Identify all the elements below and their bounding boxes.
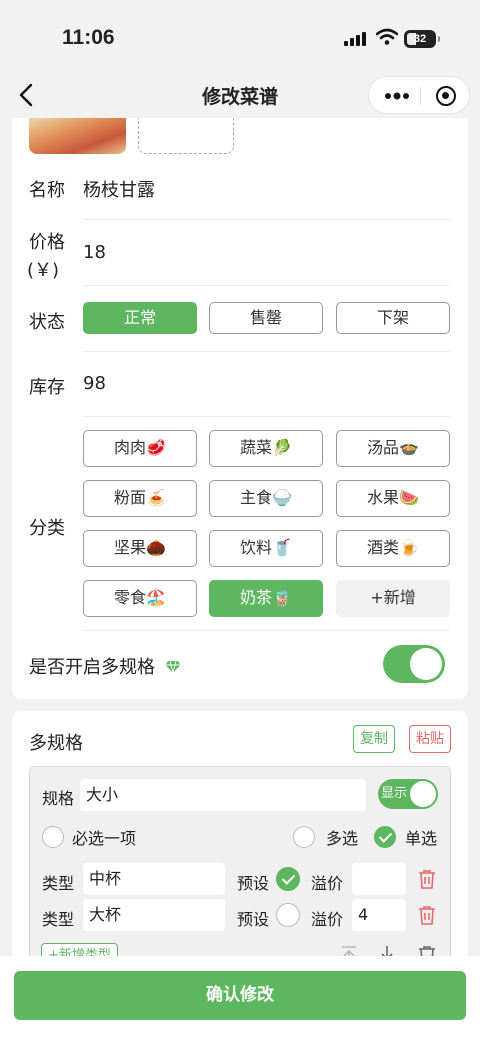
multi-spec-label: 是否开启多规格 <box>29 657 155 678</box>
type-label: 类型 <box>42 874 75 893</box>
preset-radio[interactable] <box>276 903 300 927</box>
preset-radio[interactable] <box>276 867 300 891</box>
status-bar: 11:06 32 <box>0 0 480 72</box>
status-time: 11:06 <box>62 26 115 49</box>
category-fruit-button[interactable]: 水果🍉 <box>336 480 450 517</box>
dish-info-card: 名称 杨枝甘露 价格 (￥) 18 状态 正常 售罄 下架 库存 98 分类 肉… <box>12 118 468 699</box>
category-alcohol-button[interactable]: 酒类🍺 <box>336 530 450 567</box>
nav-bar: 修改菜谱 <box>0 72 480 118</box>
toggle-knob <box>410 781 436 807</box>
price-unit-label: (￥) <box>27 260 60 281</box>
category-label: 分类 <box>29 518 65 539</box>
name-field[interactable]: 杨枝甘露 <box>83 176 155 202</box>
premium-input[interactable]: 4 <box>352 899 406 931</box>
type-label: 类型 <box>42 910 75 929</box>
spec-label: 规格 <box>42 789 75 808</box>
category-staple-button[interactable]: 主食🍚 <box>209 480 323 517</box>
category-snack-button[interactable]: 零食🏖️ <box>83 580 197 617</box>
divider <box>83 630 450 631</box>
image-upload-slot[interactable] <box>138 118 234 154</box>
divider <box>83 416 450 417</box>
capsule-divider <box>420 87 421 105</box>
status-label: 状态 <box>29 312 65 333</box>
premium-label: 溢价 <box>311 910 344 929</box>
multi-spec-toggle[interactable] <box>383 645 445 683</box>
status-offshelf-button[interactable]: 下架 <box>336 302 450 334</box>
stock-label: 库存 <box>29 377 65 398</box>
category-soup-button[interactable]: 汤品🍲 <box>336 430 450 467</box>
type-name-input[interactable]: 大杯 <box>83 899 225 931</box>
category-drink-button[interactable]: 饮料🥤 <box>209 530 323 567</box>
multi-select-radio[interactable] <box>293 826 315 848</box>
miniapp-capsule <box>368 76 470 114</box>
spec-name-input[interactable]: 大小 <box>80 779 366 811</box>
confirm-button[interactable]: 确认修改 <box>14 971 466 1020</box>
category-vegetable-button[interactable]: 蔬菜🥬 <box>209 430 323 467</box>
category-nuts-button[interactable]: 坚果🌰 <box>83 530 197 567</box>
spec-group-box: 规格 大小 显示 必选一项 多选 单选 类型 中杯 预设 溢价 类型 大杯 预设… <box>29 766 451 971</box>
multi-spec-title: 多规格 <box>29 733 83 754</box>
status-normal-button[interactable]: 正常 <box>83 302 197 334</box>
multi-select-label: 多选 <box>326 829 359 848</box>
divider <box>83 351 450 352</box>
show-label: 显示 <box>381 786 408 801</box>
single-select-radio[interactable] <box>374 826 396 848</box>
dish-image[interactable] <box>29 118 126 154</box>
battery-icon: 32 <box>404 30 440 48</box>
price-label: 价格 <box>29 232 65 253</box>
wifi-icon <box>376 28 398 45</box>
close-miniapp-icon[interactable] <box>436 86 456 106</box>
more-icon[interactable] <box>383 86 411 106</box>
signal-icon <box>344 32 368 46</box>
diamond-icon <box>165 660 181 674</box>
copy-button[interactable]: 复制 <box>353 725 395 753</box>
category-milktea-button[interactable]: 奶茶🧋 <box>209 580 323 617</box>
name-label: 名称 <box>29 180 65 201</box>
preset-label: 预设 <box>237 874 270 893</box>
preset-label: 预设 <box>237 910 270 929</box>
show-toggle[interactable]: 显示 <box>378 779 438 809</box>
delete-type-icon[interactable] <box>418 905 436 925</box>
category-add-button[interactable]: +新增 <box>336 580 450 617</box>
multi-spec-label-row: 是否开启多规格 <box>29 653 181 679</box>
delete-type-icon[interactable] <box>418 869 436 889</box>
status-soldout-button[interactable]: 售罄 <box>209 302 323 334</box>
premium-label: 溢价 <box>311 874 344 893</box>
price-field[interactable]: 18 <box>83 242 106 263</box>
toggle-knob <box>410 648 442 680</box>
required-radio[interactable] <box>42 826 64 848</box>
divider <box>83 285 450 286</box>
multi-spec-card: 多规格 复制 粘贴 规格 大小 显示 必选一项 多选 单选 类型 中杯 预设 溢… <box>12 711 468 971</box>
category-noodle-button[interactable]: 粉面🍝 <box>83 480 197 517</box>
divider <box>83 219 450 220</box>
single-select-label: 单选 <box>405 829 438 848</box>
required-label: 必选一项 <box>72 829 137 848</box>
bottom-bar: 确认修改 <box>0 956 480 1044</box>
paste-button[interactable]: 粘贴 <box>409 725 451 753</box>
premium-input[interactable] <box>352 863 406 895</box>
type-name-input[interactable]: 中杯 <box>83 863 225 895</box>
stock-field[interactable]: 98 <box>83 373 106 394</box>
category-meat-button[interactable]: 肉肉🥩 <box>83 430 197 467</box>
